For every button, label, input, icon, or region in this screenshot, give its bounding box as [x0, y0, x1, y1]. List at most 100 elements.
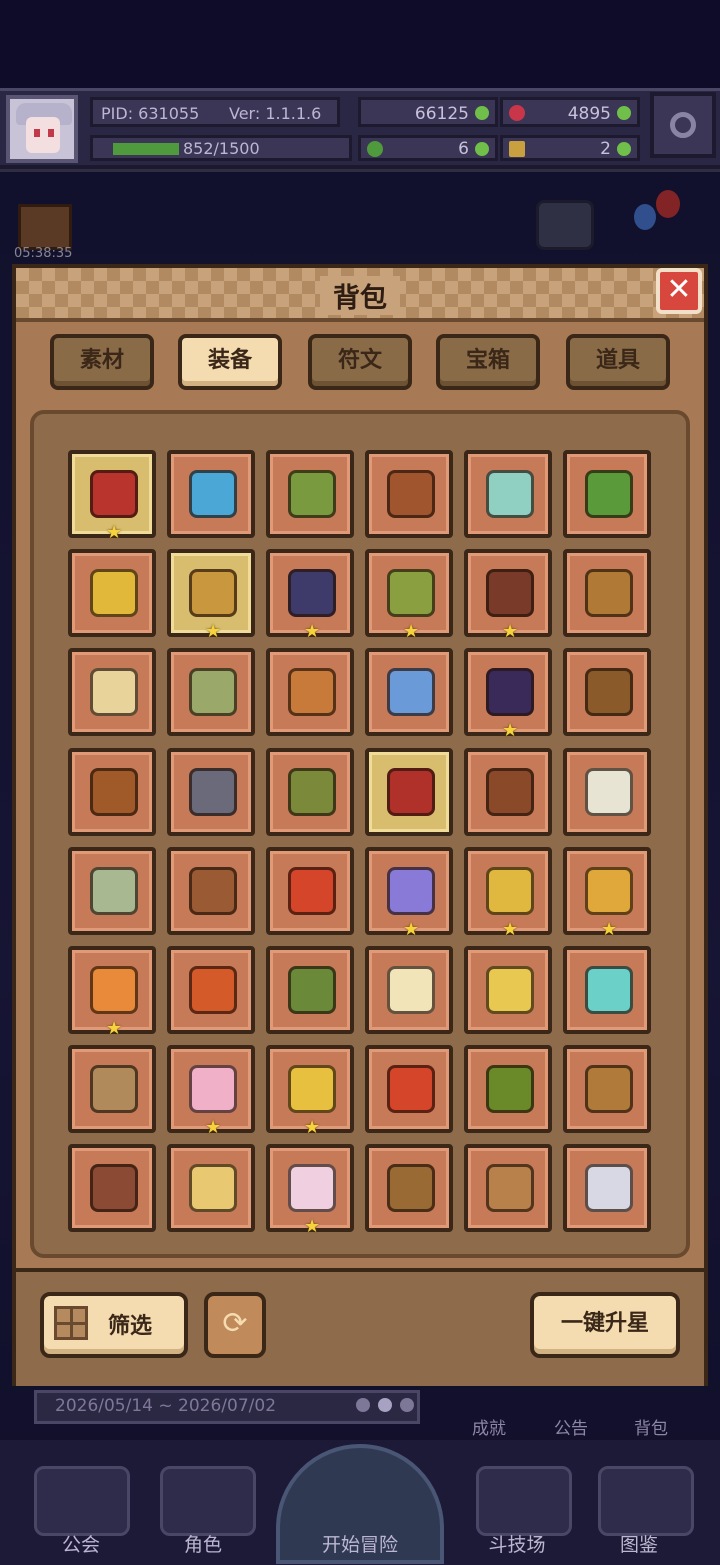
inventory-slot[interactable]	[68, 1045, 156, 1133]
inventory-slot[interactable]	[563, 1144, 651, 1232]
inventory-slot[interactable]	[563, 1045, 651, 1133]
inventory-slot[interactable]	[266, 847, 354, 935]
nav-arena[interactable]	[476, 1466, 572, 1536]
inventory-slot[interactable]	[167, 1144, 255, 1232]
inventory-slot[interactable]	[464, 946, 552, 1034]
aqua-diamond-icon	[585, 966, 633, 1014]
inventory-slot[interactable]	[464, 1144, 552, 1232]
star-icon: ★	[502, 919, 519, 940]
add-icon[interactable]	[475, 142, 489, 156]
player-header: PID: 631055 Ver: 1.1.1.6 852/1500 66125 …	[0, 88, 720, 172]
red-dragon-armor-icon	[90, 470, 138, 518]
settings-button[interactable]	[650, 92, 716, 158]
inventory-slot[interactable]: ★	[563, 847, 651, 939]
notice-label[interactable]: 公告	[554, 1414, 588, 1439]
star-icon: ★	[601, 919, 618, 940]
upgrade-all-button[interactable]: 一键升星	[530, 1292, 680, 1358]
key-box: 2	[500, 135, 640, 161]
inventory-slot[interactable]	[365, 450, 453, 538]
inventory-slot[interactable]	[68, 748, 156, 836]
ruby-icon	[509, 105, 525, 121]
gem-glove-icon	[90, 668, 138, 716]
page-dot[interactable]	[356, 1398, 370, 1412]
bronze-necklace-icon	[585, 1065, 633, 1113]
inventory-slot[interactable]	[464, 450, 552, 538]
inventory-slot[interactable]	[563, 549, 651, 637]
experience-value: 852/1500	[183, 139, 260, 158]
inventory-slot[interactable]	[464, 1045, 552, 1133]
close-button[interactable]: ✕	[656, 268, 702, 314]
inventory-slot[interactable]: ★	[464, 648, 552, 740]
inventory-slot[interactable]	[167, 450, 255, 538]
golden-flower-gem-icon	[486, 867, 534, 915]
refresh-button[interactable]: ⟳	[204, 1292, 266, 1358]
inventory-slot[interactable]: ★	[68, 450, 156, 542]
inventory-slot[interactable]: ★	[167, 549, 255, 641]
add-icon[interactable]	[617, 142, 631, 156]
inventory-slot[interactable]	[563, 450, 651, 538]
inventory-slot[interactable]	[365, 748, 453, 836]
inventory-slot[interactable]	[464, 748, 552, 836]
inventory-slot[interactable]	[365, 1144, 453, 1232]
bag-label[interactable]: 背包	[634, 1414, 668, 1439]
avatar-eye	[48, 129, 54, 137]
inventory-slot[interactable]	[167, 946, 255, 1034]
nav-guild[interactable]	[34, 1466, 130, 1536]
fur-bracer-icon	[486, 569, 534, 617]
inventory-slot[interactable]	[365, 648, 453, 736]
stone-pedestal-icon	[90, 1065, 138, 1113]
inventory-slot[interactable]: ★	[266, 1045, 354, 1137]
inventory-slot[interactable]	[563, 946, 651, 1034]
inventory-slot[interactable]	[167, 648, 255, 736]
nav-arena-label: 斗技场	[488, 1534, 546, 1556]
inventory-slot[interactable]	[167, 847, 255, 935]
green-gem-ring-icon	[585, 668, 633, 716]
inventory-slot[interactable]	[266, 648, 354, 736]
filter-button[interactable]: 筛选	[40, 1292, 188, 1358]
inventory-slot[interactable]: ★	[365, 549, 453, 641]
royal-emerald-ring-icon	[387, 768, 435, 816]
sapphire-necklace-icon	[189, 1164, 237, 1212]
tab-items[interactable]: 道具	[566, 334, 670, 390]
tab-chests[interactable]: 宝箱	[436, 334, 540, 390]
inventory-slot[interactable]	[563, 648, 651, 736]
nav-character[interactable]	[160, 1466, 256, 1536]
inventory-slot[interactable]: ★	[365, 847, 453, 939]
coins-value: 66125	[414, 104, 469, 124]
inventory-slot[interactable]	[68, 847, 156, 935]
inventory-slot[interactable]: ★	[68, 946, 156, 1038]
white-gold-boots-icon	[585, 768, 633, 816]
coins-box: 66125	[358, 97, 498, 127]
orange-gauntlet-icon	[288, 668, 336, 716]
add-icon[interactable]	[475, 106, 489, 120]
tab-equipment[interactable]: 装备	[178, 334, 282, 390]
tab-materials[interactable]: 素材	[50, 334, 154, 390]
inventory-slot[interactable]: ★	[266, 549, 354, 641]
inventory-slot[interactable]	[266, 450, 354, 538]
brown-leather-armor-icon	[387, 470, 435, 518]
page-dot[interactable]	[400, 1398, 414, 1412]
pink-heart-necklace-icon	[189, 1065, 237, 1113]
inventory-slot[interactable]	[365, 1045, 453, 1133]
inventory-slot[interactable]	[266, 946, 354, 1034]
inventory-slot[interactable]: ★	[464, 847, 552, 939]
inventory-slot[interactable]	[266, 748, 354, 836]
inventory-slot[interactable]: ★	[464, 549, 552, 641]
inventory-slot[interactable]	[167, 748, 255, 836]
tab-runes[interactable]: 符文	[308, 334, 412, 390]
add-icon[interactable]	[617, 106, 631, 120]
star-icon: ★	[304, 621, 321, 642]
nav-codex[interactable]	[598, 1466, 694, 1536]
inventory-slot[interactable]	[365, 946, 453, 1034]
status-bar-area	[0, 0, 720, 88]
inventory-slot[interactable]	[68, 648, 156, 736]
inventory-slot[interactable]: ★	[266, 1144, 354, 1236]
player-avatar[interactable]	[6, 95, 78, 163]
page-dot[interactable]	[378, 1398, 392, 1412]
achievements-label[interactable]: 成就	[472, 1414, 506, 1439]
inventory-slot[interactable]	[563, 748, 651, 836]
inventory-slot[interactable]	[68, 549, 156, 637]
inventory-slot[interactable]: ★	[167, 1045, 255, 1137]
star-icon: ★	[106, 1018, 123, 1039]
inventory-slot[interactable]	[68, 1144, 156, 1232]
